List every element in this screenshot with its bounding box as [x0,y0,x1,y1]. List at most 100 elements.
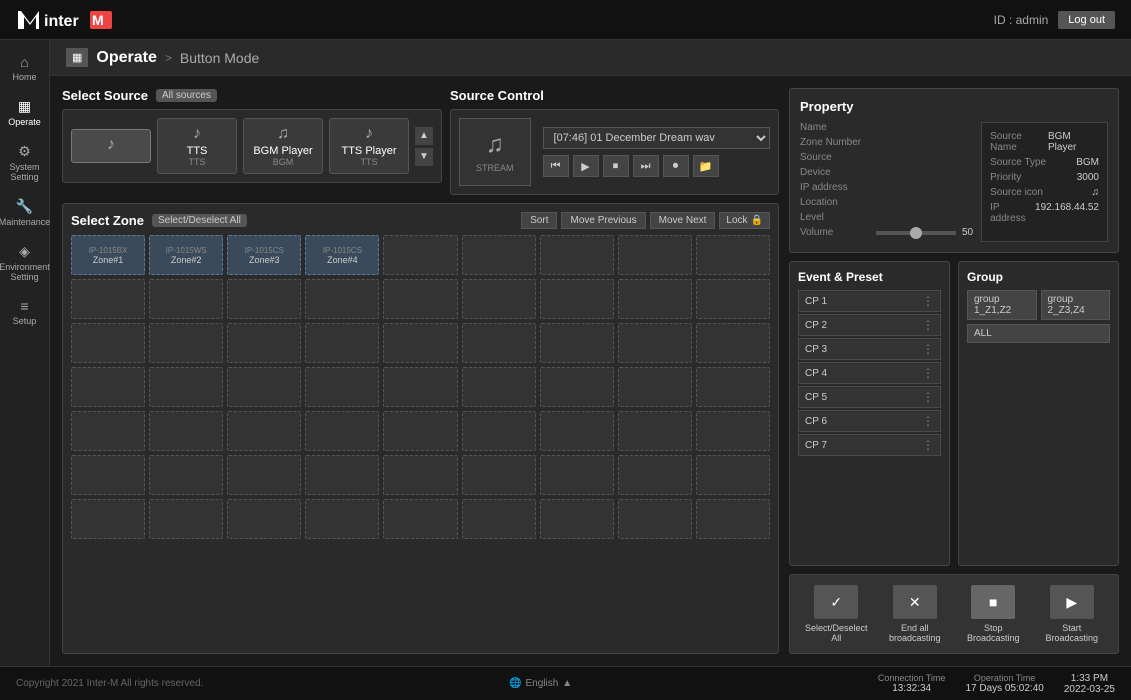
cp-item-menu-icon[interactable]: ⋮ [922,438,934,452]
zone-item[interactable] [383,499,457,539]
zone-item[interactable] [227,411,301,451]
zone-item[interactable] [305,279,379,319]
zone-item[interactable] [618,455,692,495]
zone-item[interactable] [149,499,223,539]
cp-item[interactable]: CP 2⋮ [798,314,941,336]
zone-item[interactable] [227,455,301,495]
zone-move-next-button[interactable]: Move Next [650,212,716,229]
sidebar-item-operate[interactable]: ▦ Operate [0,92,49,133]
zone-item[interactable] [383,411,457,451]
zone-item[interactable] [540,279,614,319]
zone-item[interactable] [383,455,457,495]
zone-item[interactable] [383,323,457,363]
start-broadcasting-icon[interactable]: ▶ [1050,585,1094,619]
zone-item[interactable] [305,323,379,363]
sidebar-item-system-setting[interactable]: ⚙ System Setting [0,137,49,188]
source-item-1[interactable]: ♪ [71,129,151,163]
end-broadcasting-icon[interactable]: ✕ [893,585,937,619]
zone-item[interactable] [462,367,536,407]
cp-item-menu-icon[interactable]: ⋮ [922,318,934,332]
prev-button[interactable]: ⏮ [543,155,569,177]
zone-item[interactable]: IP-1015CSZone#4 [305,235,379,275]
source-item-4[interactable]: ♪ TTS Player TTS [329,118,409,174]
zone-item[interactable]: IP-1015BXZone#1 [71,235,145,275]
zone-item[interactable] [227,323,301,363]
zone-item[interactable] [462,235,536,275]
stream-dropdown[interactable]: [07:46] 01 December Dream wav [543,127,770,149]
select-deselect-all-button[interactable]: ✓ Select/DeselectAll [800,585,873,643]
cp-item[interactable]: CP 7⋮ [798,434,941,456]
zone-item[interactable] [71,499,145,539]
group-item[interactable]: group 2_Z3,Z4 [1041,290,1111,320]
stop-broadcasting-icon[interactable]: ■ [971,585,1015,619]
zone-item[interactable] [618,323,692,363]
next-button[interactable]: ⏭ [633,155,659,177]
folder-button[interactable]: 📁 [693,155,719,177]
zone-item[interactable] [462,455,536,495]
zone-item[interactable] [71,323,145,363]
zone-item[interactable] [696,279,770,319]
zone-item[interactable] [305,499,379,539]
zone-item[interactable]: IP-1015CSZone#3 [227,235,301,275]
zone-item[interactable] [696,323,770,363]
zone-item[interactable] [462,279,536,319]
zone-item[interactable] [383,235,457,275]
zone-item[interactable] [227,279,301,319]
zone-item[interactable] [540,367,614,407]
cp-item-menu-icon[interactable]: ⋮ [922,342,934,356]
zone-sort-button[interactable]: Sort [521,212,557,229]
cp-item[interactable]: CP 1⋮ [798,290,941,312]
zone-item[interactable] [696,411,770,451]
cp-item-menu-icon[interactable]: ⋮ [922,294,934,308]
zone-item[interactable] [618,279,692,319]
zone-item[interactable] [618,235,692,275]
zone-item[interactable] [696,455,770,495]
zone-item[interactable] [71,367,145,407]
sidebar-item-environment[interactable]: ◈ Environment Setting [0,237,49,288]
cp-item-menu-icon[interactable]: ⋮ [922,414,934,428]
cp-item-menu-icon[interactable]: ⋮ [922,390,934,404]
zone-item[interactable] [305,411,379,451]
zone-item[interactable] [540,323,614,363]
zone-item[interactable] [618,499,692,539]
zone-item[interactable] [696,235,770,275]
play-button[interactable]: ▶ [573,155,599,177]
zone-item[interactable] [227,499,301,539]
zone-item[interactable]: IP-1015WSZone#2 [149,235,223,275]
zone-item[interactable] [540,411,614,451]
footer-language-selector[interactable]: 🌐 English ▲ [509,678,572,689]
cp-item[interactable]: CP 5⋮ [798,386,941,408]
zone-item[interactable] [71,411,145,451]
select-deselect-all-icon[interactable]: ✓ [814,585,858,619]
zone-select-all-badge[interactable]: Select/Deselect All [152,214,247,227]
start-broadcasting-button[interactable]: ▶ StartBroadcasting [1036,585,1109,643]
zone-item[interactable] [540,235,614,275]
zone-item[interactable] [540,499,614,539]
zone-item[interactable] [149,323,223,363]
zone-item[interactable] [71,279,145,319]
volume-slider[interactable] [876,231,956,235]
logout-button[interactable]: Log out [1058,11,1115,29]
zone-item[interactable] [462,411,536,451]
zone-item[interactable] [149,367,223,407]
stop-broadcasting-button[interactable]: ■ StopBroadcasting [957,585,1030,643]
zone-item[interactable] [540,455,614,495]
cp-item[interactable]: CP 4⋮ [798,362,941,384]
zone-item[interactable] [305,455,379,495]
zone-move-prev-button[interactable]: Move Previous [561,212,645,229]
sidebar-item-home[interactable]: ⌂ Home [0,48,49,88]
zone-item[interactable] [696,367,770,407]
zone-item[interactable] [227,367,301,407]
stop-button[interactable]: ⏹ [603,155,629,177]
cp-item[interactable]: CP 3⋮ [798,338,941,360]
record-button[interactable]: ⏺ [663,155,689,177]
source-item-3[interactable]: ♫ BGM Player BGM [243,118,323,174]
zone-lock-button[interactable]: Lock 🔒 [719,212,770,229]
end-broadcasting-button[interactable]: ✕ End allbroadcasting [879,585,952,643]
source-item-2[interactable]: ♪ TTS TTS [157,118,237,174]
source-nav-down[interactable]: ▼ [415,148,433,166]
group-item-all[interactable]: ALL [967,324,1110,343]
zone-item[interactable] [462,499,536,539]
zone-item[interactable] [383,279,457,319]
sidebar-item-setup[interactable]: ≡ Setup [0,292,49,332]
